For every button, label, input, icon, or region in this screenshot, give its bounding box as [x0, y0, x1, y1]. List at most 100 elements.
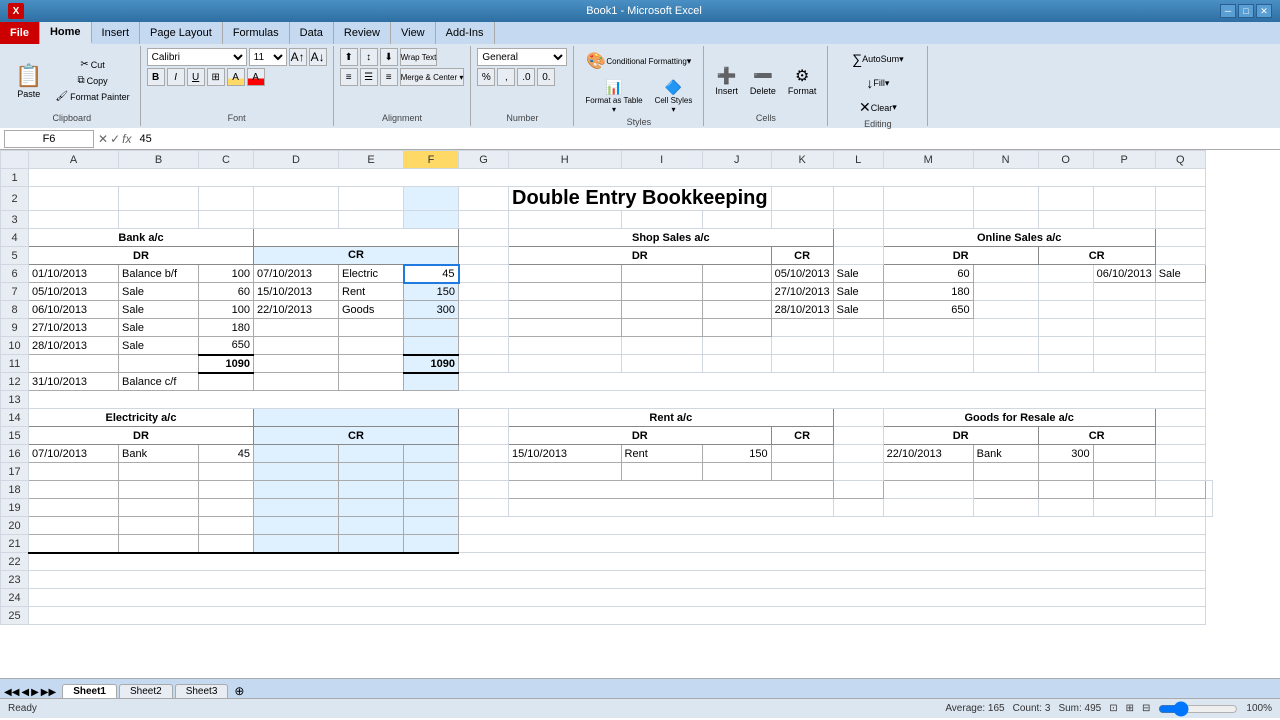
cell-Q11[interactable] — [1155, 355, 1205, 373]
row-num-10[interactable]: 10 — [1, 337, 29, 355]
underline-button[interactable]: U — [187, 68, 205, 86]
cell-C7[interactable]: 60 — [199, 283, 254, 301]
cell-F3[interactable] — [404, 211, 459, 229]
cell-P3[interactable] — [1093, 211, 1155, 229]
cell-E7[interactable]: Rent — [339, 283, 404, 301]
cell-P7[interactable] — [1093, 283, 1155, 301]
cell-G2[interactable] — [459, 187, 509, 211]
cell-D9[interactable] — [254, 319, 339, 337]
col-header-J[interactable]: J — [702, 151, 771, 169]
cell-P11[interactable] — [1093, 355, 1155, 373]
cell-G9[interactable] — [459, 319, 509, 337]
row-num-1[interactable]: 1 — [1, 169, 29, 187]
cell-D11[interactable] — [254, 355, 339, 373]
insert-cells-btn[interactable]: ➕ Insert — [710, 63, 743, 99]
cell-C11[interactable]: 1090 — [199, 355, 254, 373]
minimize-btn[interactable]: ─ — [1220, 4, 1236, 18]
cell-J8[interactable] — [702, 301, 771, 319]
col-header-M[interactable]: M — [883, 151, 973, 169]
cell-K7[interactable]: 27/10/2013 — [771, 283, 833, 301]
delete-cells-btn[interactable]: ➖ Delete — [745, 63, 781, 99]
cell-F10[interactable] — [404, 337, 459, 355]
tab-review[interactable]: Review — [334, 22, 391, 44]
col-header-I[interactable]: I — [621, 151, 702, 169]
cell-K9[interactable] — [771, 319, 833, 337]
cell-G10[interactable] — [459, 337, 509, 355]
cell-G3[interactable] — [459, 211, 509, 229]
sheet-nav-next[interactable]: ▶ — [31, 687, 39, 698]
merge-center-btn[interactable]: Merge & Center ▾ — [400, 68, 465, 86]
row-num-6[interactable]: 6 — [1, 265, 29, 283]
number-format-select[interactable]: General Number Currency Percentage — [477, 48, 567, 66]
view-layout-btn[interactable]: ⊞ — [1126, 703, 1134, 714]
cell-A11[interactable] — [29, 355, 119, 373]
cell-Q4[interactable] — [1155, 229, 1205, 247]
cell-E2[interactable] — [339, 187, 404, 211]
cell-M5[interactable]: DR — [883, 247, 1038, 265]
cell-O2[interactable] — [1038, 187, 1093, 211]
cell-E10[interactable] — [339, 337, 404, 355]
cell-C10[interactable]: 650 — [199, 337, 254, 355]
cell-F2[interactable] — [404, 187, 459, 211]
tab-addins[interactable]: Add-Ins — [436, 22, 495, 44]
cell-E12[interactable] — [339, 373, 404, 391]
cell-L10[interactable] — [833, 337, 883, 355]
tab-data[interactable]: Data — [290, 22, 334, 44]
cell-O10[interactable] — [1038, 337, 1093, 355]
cell-D6[interactable]: 07/10/2013 — [254, 265, 339, 283]
cell-M7[interactable]: 180 — [883, 283, 973, 301]
align-bottom-btn[interactable]: ⬇ — [380, 48, 398, 66]
cell-N6[interactable] — [973, 265, 1038, 283]
close-btn[interactable]: ✕ — [1256, 4, 1272, 18]
col-header-D[interactable]: D — [254, 151, 339, 169]
align-right-btn[interactable]: ≡ — [380, 68, 398, 86]
cell-I6[interactable] — [621, 265, 702, 283]
cell-B9[interactable]: Sale — [119, 319, 199, 337]
fill-btn[interactable]: ↓ Fill▾ — [847, 72, 909, 94]
cell-D3[interactable] — [254, 211, 339, 229]
row-num-5[interactable]: 5 — [1, 247, 29, 265]
cell-Q3[interactable] — [1155, 211, 1205, 229]
autosum-btn[interactable]: ∑ AutoSum▾ — [847, 48, 909, 70]
cell-F7[interactable]: 150 — [404, 283, 459, 301]
tab-page-layout[interactable]: Page Layout — [140, 22, 223, 44]
cell-L9[interactable] — [833, 319, 883, 337]
cell-E9[interactable] — [339, 319, 404, 337]
col-header-A[interactable]: A — [29, 151, 119, 169]
format-painter-button[interactable]: 🖌 Format Painter — [51, 89, 133, 104]
cell-A5[interactable]: DR — [29, 247, 254, 265]
decrease-font-btn[interactable]: A↓ — [309, 48, 327, 66]
sheet-nav-prev[interactable]: ◀ — [21, 687, 29, 698]
cell-B2[interactable] — [119, 187, 199, 211]
cell-A9[interactable]: 27/10/2013 — [29, 319, 119, 337]
col-header-P[interactable]: P — [1093, 151, 1155, 169]
cell-M4[interactable]: Online Sales a/c — [883, 229, 1155, 247]
cell-M2[interactable] — [883, 187, 973, 211]
sheet-tab-2[interactable]: Sheet2 — [119, 684, 173, 698]
col-header-F[interactable]: F — [404, 151, 459, 169]
cell-K8[interactable]: 28/10/2013 — [771, 301, 833, 319]
name-box[interactable] — [4, 130, 94, 148]
align-top-btn[interactable]: ⬆ — [340, 48, 358, 66]
cell-O3[interactable] — [1038, 211, 1093, 229]
cell-N9[interactable] — [973, 319, 1038, 337]
cell-M6[interactable]: 60 — [883, 265, 973, 283]
cell-G5[interactable] — [459, 247, 509, 265]
cell-A4[interactable]: Bank a/c — [29, 229, 254, 247]
cell-J10[interactable] — [702, 337, 771, 355]
confirm-formula-icon[interactable]: ✓ — [110, 132, 120, 146]
increase-font-btn[interactable]: A↑ — [289, 48, 307, 66]
zoom-slider[interactable] — [1158, 703, 1238, 715]
font-size-select[interactable]: 89101112 — [249, 48, 287, 66]
row-num-7[interactable]: 7 — [1, 283, 29, 301]
cell-B8[interactable]: Sale — [119, 301, 199, 319]
cell-D5[interactable]: CR — [254, 247, 459, 265]
cell-L6[interactable]: Sale — [833, 265, 883, 283]
cell-G4[interactable] — [459, 229, 509, 247]
cell-K2[interactable] — [771, 187, 833, 211]
format-as-table-btn[interactable]: 📊 Format as Table▾ — [580, 76, 647, 117]
cell-L2[interactable] — [833, 187, 883, 211]
cell-F8[interactable]: 300 — [404, 301, 459, 319]
cell-C8[interactable]: 100 — [199, 301, 254, 319]
col-header-L[interactable]: L — [833, 151, 883, 169]
